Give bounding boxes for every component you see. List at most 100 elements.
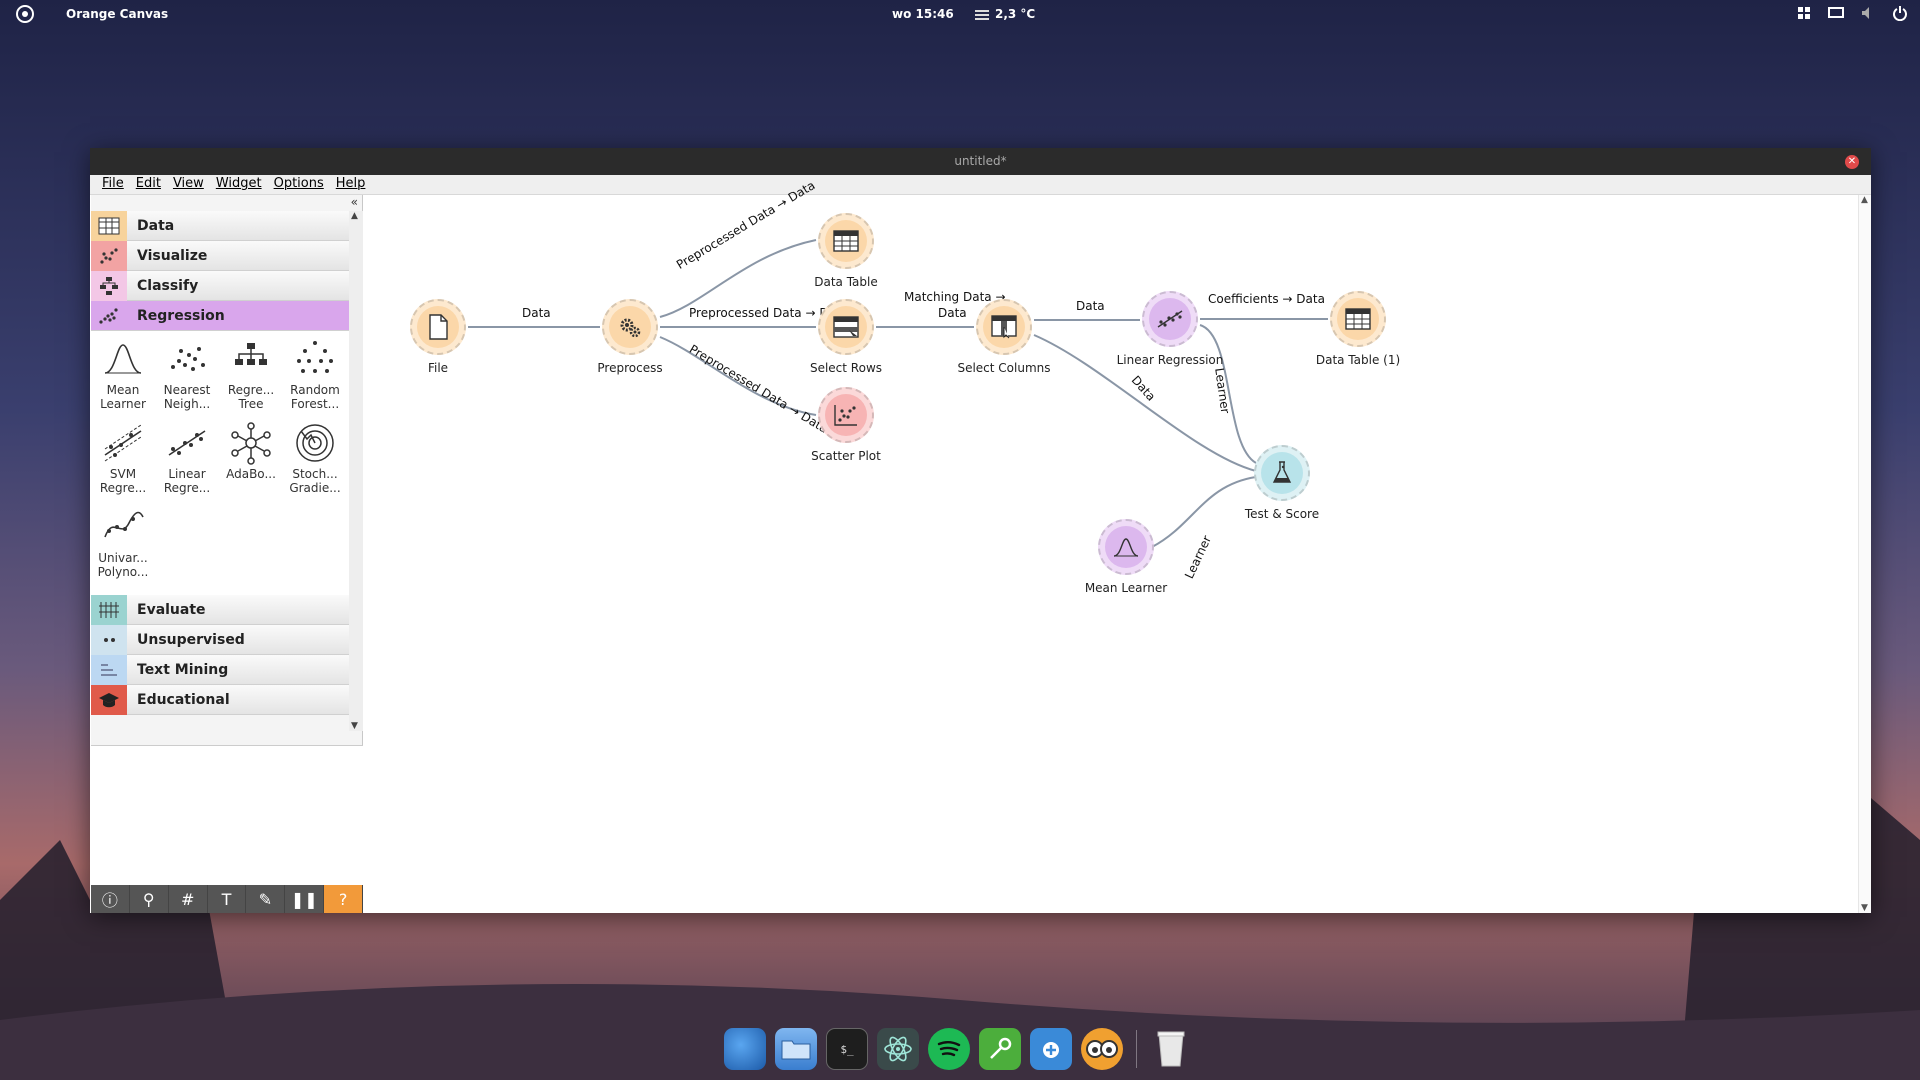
atom-app-icon[interactable]: [877, 1028, 919, 1070]
scroll-down-icon[interactable]: ▼: [351, 721, 358, 731]
widget-random-forest[interactable]: Random Forest...: [283, 337, 347, 421]
weather-indicator[interactable]: 2,3 °C: [975, 7, 1035, 21]
collapse-dock-icon[interactable]: «: [351, 195, 358, 209]
node-label: Scatter Plot: [811, 449, 881, 463]
widget-adaboost[interactable]: AdaBo...: [219, 421, 283, 505]
node-select-columns[interactable]: Select Columns: [934, 299, 1074, 375]
scroll-up-icon[interactable]: ▲: [1861, 195, 1868, 205]
node-label: Test & Score: [1244, 507, 1320, 521]
node-linear-regression[interactable]: Linear Regression: [1100, 291, 1240, 367]
widget-svm-regression[interactable]: SVM Regre...: [91, 421, 155, 505]
store-app-icon[interactable]: [1030, 1028, 1072, 1070]
arrow-annotation-icon[interactable]: ✎: [246, 885, 286, 913]
widget-label: Forest...: [290, 397, 340, 411]
select-rows-icon: [833, 316, 859, 338]
select-columns-icon: [991, 315, 1017, 339]
window-titlebar[interactable]: untitled* ✕: [90, 148, 1871, 175]
category-evaluate[interactable]: Evaluate: [91, 594, 349, 625]
category-unsupervised[interactable]: Unsupervised: [91, 624, 349, 655]
adaboost-icon: [231, 422, 271, 465]
pause-icon[interactable]: ❚❚: [285, 885, 325, 913]
window-close-icon[interactable]: ✕: [1845, 155, 1859, 169]
info-icon[interactable]: ⓘ: [91, 885, 130, 913]
category-visualize[interactable]: Visualize: [91, 240, 349, 271]
node-scatter-plot[interactable]: Scatter Plot: [776, 387, 916, 463]
system-tray: [1796, 5, 1908, 21]
node-mean-learner[interactable]: Mean Learner: [1056, 519, 1196, 595]
widget-label: Learner: [100, 397, 146, 411]
help-icon[interactable]: ?: [324, 885, 364, 913]
active-app-name[interactable]: Orange Canvas: [66, 7, 168, 21]
browser-app-icon[interactable]: [724, 1028, 766, 1070]
text-annotation-icon[interactable]: T: [208, 885, 247, 913]
zoom-icon[interactable]: ⚲: [130, 885, 169, 913]
volume-icon[interactable]: [1860, 5, 1876, 21]
taskbar-separator: [1136, 1030, 1137, 1068]
node-label: Data Table: [814, 275, 878, 289]
widget-stochastic-gradient[interactable]: Stoch... Gradie...: [283, 421, 347, 505]
widget-linear-regression[interactable]: Linear Regre...: [155, 421, 219, 505]
taskbar: $_: [724, 1023, 1192, 1075]
category-classify[interactable]: Classify: [91, 270, 349, 301]
menu-help[interactable]: Help: [330, 175, 372, 194]
text-mining-category-icon: [91, 654, 127, 685]
widget-nearest-neighbors[interactable]: Nearest Neigh...: [155, 337, 219, 421]
canvas-scrollbar[interactable]: ▲ ▼: [1858, 195, 1871, 913]
power-icon[interactable]: [1892, 5, 1908, 21]
category-label: Text Mining: [137, 661, 229, 678]
menu-widget[interactable]: Widget: [210, 175, 268, 194]
widget-mean-learner[interactable]: Mean Learner: [91, 337, 155, 421]
widget-label: Regre...: [99, 481, 147, 495]
node-file[interactable]: File: [368, 299, 508, 375]
trash-app-icon[interactable]: [1150, 1028, 1192, 1070]
node-preprocess[interactable]: Preprocess: [560, 299, 700, 375]
keys-app-icon[interactable]: [979, 1028, 1021, 1070]
widget-dock: « Data Visualize Classify Regression Mea…: [91, 195, 364, 913]
orange-app-icon[interactable]: [1081, 1028, 1123, 1070]
widget-description-panel: [91, 745, 363, 893]
node-data-table[interactable]: Data Table: [776, 213, 916, 289]
workspaces-icon[interactable]: [1796, 5, 1812, 21]
widget-univariate-polynomial[interactable]: Univar... Polyno...: [91, 505, 155, 589]
dock-scrollbar[interactable]: ▲ ▼: [349, 211, 363, 731]
widget-label: Regre...: [163, 481, 211, 495]
terminal-app-icon[interactable]: $_: [826, 1028, 868, 1070]
category-educational[interactable]: Educational: [91, 684, 349, 715]
node-data-table-1[interactable]: Data Table (1): [1288, 291, 1428, 367]
table-icon: [1345, 308, 1371, 330]
category-data[interactable]: Data: [91, 210, 349, 241]
files-app-icon[interactable]: [775, 1028, 817, 1070]
category-label: Data: [137, 217, 175, 234]
category-label: Regression: [137, 307, 225, 324]
distro-logo-icon[interactable]: [16, 5, 34, 23]
node-select-rows[interactable]: Select Rows: [776, 299, 916, 375]
menu-view[interactable]: View: [167, 175, 210, 194]
clock[interactable]: wo 15:46: [892, 7, 954, 21]
menubar: File Edit View Widget Options Help: [90, 175, 1871, 195]
widget-label: SVM: [109, 467, 137, 481]
weather-temp: 2,3 °C: [995, 7, 1036, 21]
scroll-down-icon[interactable]: ▼: [1861, 903, 1868, 913]
category-text-mining[interactable]: Text Mining: [91, 654, 349, 685]
menu-file[interactable]: File: [96, 175, 130, 194]
tree-icon: [235, 343, 267, 365]
spotify-app-icon[interactable]: [928, 1028, 970, 1070]
linear-regression-icon: [1157, 310, 1183, 328]
data-category-icon: [91, 210, 127, 241]
widget-label: Neigh...: [163, 397, 211, 411]
linear-regression-icon: [168, 430, 206, 456]
scroll-up-icon[interactable]: ▲: [351, 211, 358, 221]
menu-options[interactable]: Options: [268, 175, 330, 194]
widget-regression-tree[interactable]: Regre... Tree: [219, 337, 283, 421]
display-icon[interactable]: [1828, 5, 1844, 21]
widget-label: Mean: [106, 383, 140, 397]
node-test-score[interactable]: Test & Score: [1212, 445, 1352, 521]
flask-icon: [1272, 461, 1292, 483]
menu-edit[interactable]: Edit: [130, 175, 167, 194]
category-regression[interactable]: Regression: [91, 301, 349, 331]
regression-widget-grid: Mean Learner Nearest Neigh... Regre... T…: [91, 331, 349, 595]
evaluate-category-icon: [91, 594, 127, 625]
gears-icon: [620, 318, 641, 338]
align-grid-icon[interactable]: #: [169, 885, 208, 913]
workflow-canvas[interactable]: Data Preprocessed Data → Data Preprocess…: [364, 178, 1858, 913]
